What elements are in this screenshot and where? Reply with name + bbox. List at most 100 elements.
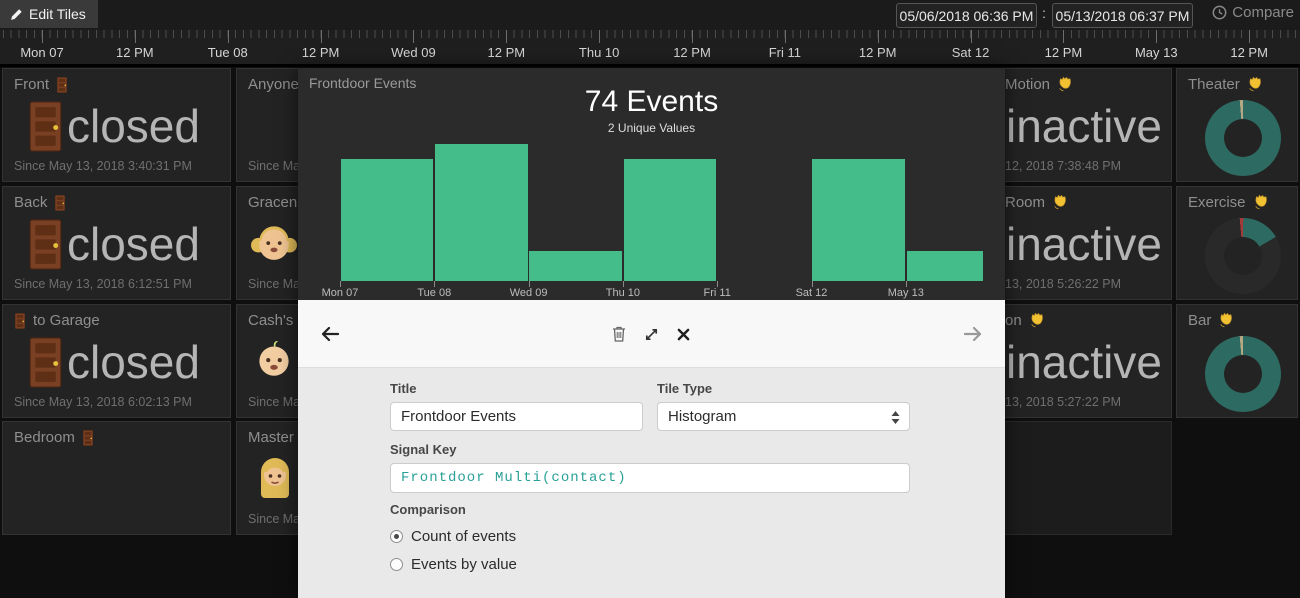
title-input[interactable] (390, 402, 643, 431)
ruler-label: 12 PM (302, 45, 340, 60)
date-range-separator: : (1042, 5, 1046, 21)
tile-title: to Garage (33, 312, 100, 329)
tile-bar-motion[interactable]: Bar (1176, 304, 1298, 418)
forward-arrow-button[interactable] (963, 324, 983, 344)
ruler-label: Thu 10 (579, 45, 619, 60)
baby-icon (251, 335, 297, 381)
date-start-input[interactable]: 05/06/2018 06:36 PM (896, 3, 1037, 28)
tile-garage-door[interactable]: to Garage closed Since May 13, 2018 6:02… (2, 304, 231, 418)
tile-value: closed (67, 215, 200, 273)
wave-icon (1057, 76, 1074, 93)
dashboard-screen: Edit Tiles 05/06/2018 06:36 PM : 05/13/2… (0, 0, 1300, 598)
door-icon (56, 77, 68, 93)
tile-since: 13, 2018 5:26:22 PM (1005, 277, 1121, 291)
tile-type-label: Tile Type (657, 381, 712, 396)
tile-title: Motion (1005, 76, 1050, 93)
ruler-major-tick (971, 30, 972, 43)
tile-title: Exercise (1188, 194, 1246, 211)
radio-value-label: Events by value (411, 556, 517, 573)
ruler-label: 12 PM (116, 45, 154, 60)
tile-type-value: Histogram (668, 408, 736, 425)
ruler-major-tick (785, 30, 786, 43)
ruler-major-tick (413, 30, 414, 43)
radio-selected-icon[interactable] (390, 530, 403, 543)
ruler-major-tick (1249, 30, 1250, 43)
wave-icon (1052, 194, 1069, 211)
ruler-label: 12 PM (1230, 45, 1268, 60)
tile-value: closed (67, 97, 200, 155)
ruler-major-tick (1156, 30, 1157, 43)
tile-detail-modal: Frontdoor Events 74 Events 2 Unique Valu… (298, 68, 1005, 598)
tile-bedroom-door[interactable]: Bedroom (2, 421, 231, 535)
radio-unselected-icon[interactable] (390, 558, 403, 571)
trash-icon-button[interactable] (609, 324, 629, 344)
ruler-label: Mon 07 (20, 45, 63, 60)
events-unique-values: 2 Unique Values (298, 121, 1005, 135)
ruler-label: 12 PM (487, 45, 525, 60)
tile-title: Back (14, 194, 47, 211)
radio-count-of-events[interactable]: Count of events (390, 528, 516, 545)
radio-count-label: Count of events (411, 528, 516, 545)
histogram-bar (812, 159, 905, 281)
ruler-label: 12 PM (1045, 45, 1083, 60)
comparison-label: Comparison (390, 502, 466, 517)
histogram-axis-label: May 13 (888, 287, 924, 299)
bar-donut-chart (1205, 336, 1281, 412)
tile-value: inactive (1006, 97, 1162, 155)
timeline-ruler[interactable]: Mon 0712 PMTue 0812 PMWed 0912 PMThu 101… (0, 30, 1300, 67)
tile-since: 12, 2018 7:38:48 PM (1005, 159, 1121, 173)
histogram-panel: Frontdoor Events 74 Events 2 Unique Valu… (298, 68, 1005, 300)
tile-since: Since May 13, 2018 6:02:13 PM (14, 395, 192, 409)
back-arrow-button[interactable] (320, 324, 340, 344)
date-end-input[interactable]: 05/13/2018 06:37 PM (1052, 3, 1193, 28)
compare-label: Compare (1232, 4, 1294, 21)
close-icon-button[interactable] (673, 324, 693, 344)
ruler-major-tick (42, 30, 43, 43)
tile-since: Since May 13, 2018 3:40:31 PM (14, 159, 192, 173)
tile-title: Theater (1188, 76, 1240, 93)
ruler-label: 12 PM (673, 45, 711, 60)
clock-icon (1212, 5, 1227, 20)
tile-back-door[interactable]: Back closed Since May 13, 2018 6:12:51 P… (2, 186, 231, 300)
wave-icon (1029, 312, 1046, 329)
ruler-major-tick (321, 30, 322, 43)
woman-icon (251, 452, 299, 502)
tile-value: closed (67, 333, 200, 391)
compare-button[interactable]: Compare (1212, 4, 1294, 21)
wave-icon (1247, 76, 1264, 93)
radio-events-by-value[interactable]: Events by value (390, 556, 517, 573)
tile-exercise-motion[interactable]: Exercise (1176, 186, 1298, 300)
modal-toolbar (298, 300, 1005, 368)
door-icon (14, 313, 26, 329)
theater-donut-chart (1205, 100, 1281, 176)
exercise-donut-chart (1205, 218, 1281, 294)
wave-icon (1218, 312, 1235, 329)
tile-value: inactive (1006, 215, 1162, 273)
tile-title: Room (1005, 194, 1045, 211)
histogram-axis-label: Tue 08 (417, 287, 451, 299)
signal-key-input[interactable] (390, 463, 910, 493)
tile-title: Bedroom (14, 429, 75, 446)
histogram-axis-label: Sat 12 (796, 287, 828, 299)
tile-edit-form: Title Tile Type Histogram Signal Key Com… (298, 368, 1005, 598)
ruler-major-tick (878, 30, 879, 43)
edit-tiles-button[interactable]: Edit Tiles (0, 0, 98, 28)
tile-front-door[interactable]: Front closed Since May 13, 2018 3:40:31 … (2, 68, 231, 182)
expand-icon-button[interactable] (641, 324, 661, 344)
pencil-icon (10, 8, 23, 21)
events-count: 74 Events (298, 85, 1005, 119)
door-icon (29, 337, 62, 388)
ruler-label: Sat 12 (952, 45, 990, 60)
histogram-bar (529, 251, 622, 281)
ruler-minor-ticks (3, 30, 1300, 38)
tile-theater-motion[interactable]: Theater (1176, 68, 1298, 182)
title-label: Title (390, 381, 417, 396)
tile-type-select[interactable]: Histogram (657, 402, 910, 431)
door-icon (82, 430, 94, 446)
histogram-bar (435, 144, 528, 281)
door-icon (29, 101, 62, 152)
ruler-label: May 13 (1135, 45, 1178, 60)
door-icon (54, 195, 66, 211)
ruler-label: 12 PM (859, 45, 897, 60)
ruler-major-tick (692, 30, 693, 43)
